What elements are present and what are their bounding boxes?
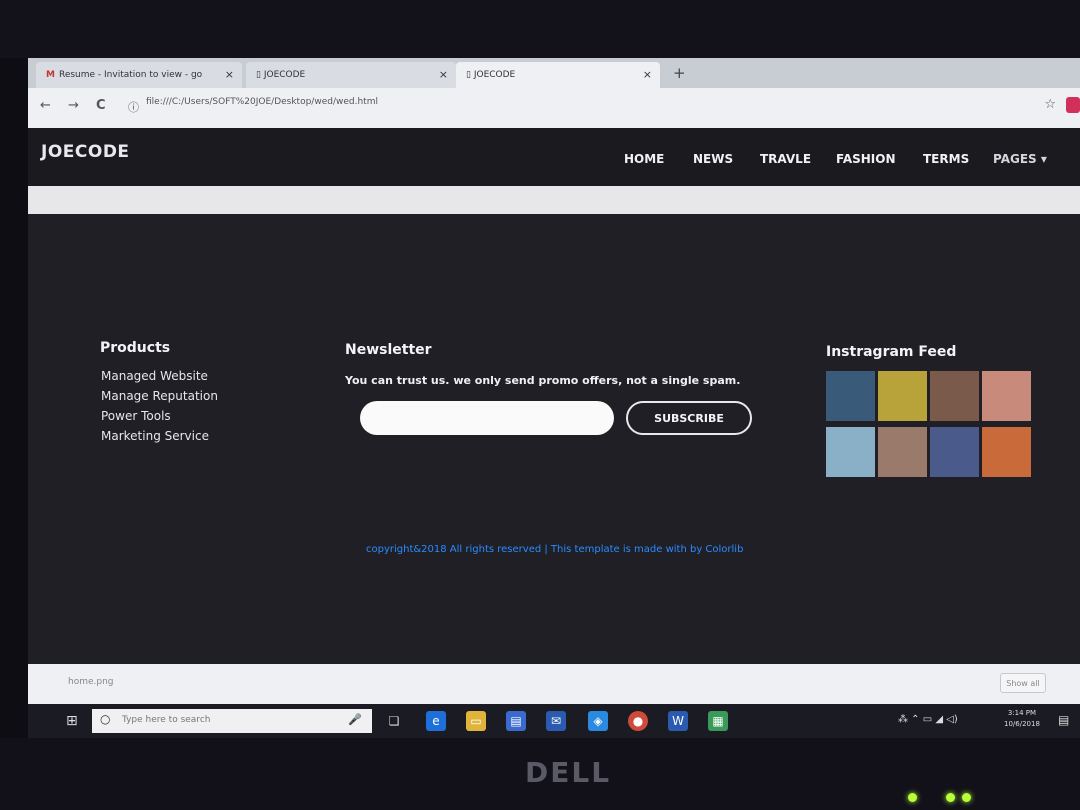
nav-terms[interactable]: TERMS bbox=[923, 152, 969, 166]
tab-joecode[interactable]: ▯ JOECODE × bbox=[246, 62, 456, 88]
task-view-icon[interactable]: ❏ bbox=[384, 711, 404, 731]
store-icon[interactable]: ▤ bbox=[506, 711, 526, 731]
taskbar-search[interactable]: ○ Type here to search 🎤 bbox=[92, 709, 372, 733]
clock[interactable]: 3:14 PM 10/6/2018 bbox=[1004, 708, 1040, 730]
tab-gmail[interactable]: M Resume - Invitation to view - go × bbox=[36, 62, 242, 88]
windows-start-icon[interactable]: ⊞ bbox=[66, 713, 78, 729]
edge-icon[interactable]: e bbox=[426, 711, 446, 731]
page-icon: ▯ bbox=[466, 70, 474, 80]
monitor-bezel-top bbox=[0, 0, 1080, 58]
gmail-icon: M bbox=[46, 70, 55, 80]
download-shelf: home.png Show all bbox=[28, 664, 1080, 704]
close-icon[interactable]: × bbox=[643, 62, 652, 88]
tab-label: JOECODE bbox=[263, 70, 306, 80]
system-tray[interactable]: ⁂ ⌃ ▭ ◢ ◁) bbox=[898, 714, 958, 725]
back-button[interactable]: ← bbox=[40, 98, 51, 113]
notification-icon[interactable]: ▤ bbox=[1058, 713, 1069, 727]
site-brand[interactable]: JOECODE bbox=[41, 142, 130, 162]
instagram-grid bbox=[826, 371, 1032, 479]
download-item[interactable]: home.png bbox=[68, 677, 114, 687]
extension-icon[interactable] bbox=[1066, 97, 1080, 113]
instagram-photo[interactable] bbox=[826, 371, 875, 421]
nav-news[interactable]: NEWS bbox=[693, 152, 733, 166]
microphone-icon[interactable]: 🎤 bbox=[348, 713, 362, 726]
website: JOECODE HOME NEWS TRAVLE FASHION TERMS P… bbox=[28, 128, 1080, 664]
instagram-photo[interactable] bbox=[982, 427, 1031, 477]
newsletter-title: Newsletter bbox=[345, 342, 432, 358]
cortana-icon: ○ bbox=[100, 712, 111, 726]
forward-button[interactable]: → bbox=[68, 98, 79, 113]
instagram-photo[interactable] bbox=[930, 427, 979, 477]
taskbar: ⊞ ○ Type here to search 🎤 ❏ e ▭ ▤ ✉ ◈ ● … bbox=[28, 704, 1080, 738]
mail-icon[interactable]: ✉ bbox=[546, 711, 566, 731]
status-led bbox=[962, 793, 971, 802]
reload-button[interactable]: C bbox=[96, 98, 106, 113]
subscribe-button[interactable]: SUBSCRIBE bbox=[626, 401, 752, 435]
show-all-button[interactable]: Show all bbox=[1000, 673, 1046, 693]
product-link[interactable]: Manage Reputation bbox=[101, 389, 218, 403]
file-explorer-icon[interactable]: ▭ bbox=[466, 711, 486, 731]
screen: M Resume - Invitation to view - go × ▯ JO… bbox=[28, 58, 1080, 738]
info-icon[interactable]: ⓘ bbox=[128, 99, 139, 115]
product-link[interactable]: Managed Website bbox=[101, 369, 208, 383]
word-icon[interactable]: W bbox=[668, 711, 688, 731]
instagram-photo[interactable] bbox=[878, 371, 927, 421]
instagram-photo[interactable] bbox=[878, 427, 927, 477]
chrome-icon[interactable]: ● bbox=[628, 711, 648, 731]
search-placeholder: Type here to search bbox=[122, 715, 211, 725]
url-field[interactable]: file:///C:/Users/SOFT%20JOE/Desktop/wed/… bbox=[146, 97, 378, 107]
app-icon[interactable]: ▦ bbox=[708, 711, 728, 731]
copyright-text[interactable]: copyright&2018 All rights reserved | Thi… bbox=[366, 544, 743, 555]
tab-label: Resume - Invitation to view - go bbox=[58, 70, 203, 80]
email-field[interactable] bbox=[360, 401, 614, 435]
nav-fashion[interactable]: FASHION bbox=[836, 152, 896, 166]
clock-date: 10/6/2018 bbox=[1004, 720, 1040, 728]
new-tab-button[interactable]: + bbox=[673, 64, 686, 82]
browser-tabbar: M Resume - Invitation to view - go × ▯ JO… bbox=[28, 58, 1080, 88]
site-header: JOECODE HOME NEWS TRAVLE FASHION TERMS P… bbox=[28, 128, 1080, 186]
tab-label: JOECODE bbox=[473, 70, 516, 80]
status-led bbox=[946, 793, 955, 802]
clock-time: 3:14 PM bbox=[1007, 709, 1037, 717]
nav-pages[interactable]: PAGES ▾ bbox=[993, 152, 1047, 166]
status-led bbox=[908, 793, 917, 802]
vscode-icon[interactable]: ◈ bbox=[588, 711, 608, 731]
bookmark-star-icon[interactable]: ☆ bbox=[1044, 97, 1056, 112]
nav-travle[interactable]: TRAVLE bbox=[760, 152, 811, 166]
products-title: Products bbox=[100, 340, 171, 356]
instagram-photo[interactable] bbox=[826, 427, 875, 477]
tab-joecode-active[interactable]: ▯ JOECODE × bbox=[456, 62, 660, 88]
page-icon: ▯ bbox=[256, 70, 264, 80]
dell-logo: DELL bbox=[525, 756, 612, 789]
monitor-bezel-left bbox=[0, 58, 28, 738]
newsletter-text: You can trust us. we only send promo off… bbox=[345, 374, 741, 387]
instagram-photo[interactable] bbox=[930, 371, 979, 421]
nav-home[interactable]: HOME bbox=[624, 152, 664, 166]
close-icon[interactable]: × bbox=[225, 62, 234, 88]
address-bar: ← → C ⓘ file:///C:/Users/SOFT%20JOE/Desk… bbox=[28, 88, 1080, 128]
product-link[interactable]: Marketing Service bbox=[101, 429, 209, 443]
instagram-photo[interactable] bbox=[982, 371, 1031, 421]
close-icon[interactable]: × bbox=[439, 62, 448, 88]
banner-strip bbox=[28, 186, 1080, 214]
instagram-title: Instragram Feed bbox=[826, 344, 957, 360]
product-link[interactable]: Power Tools bbox=[101, 409, 171, 423]
